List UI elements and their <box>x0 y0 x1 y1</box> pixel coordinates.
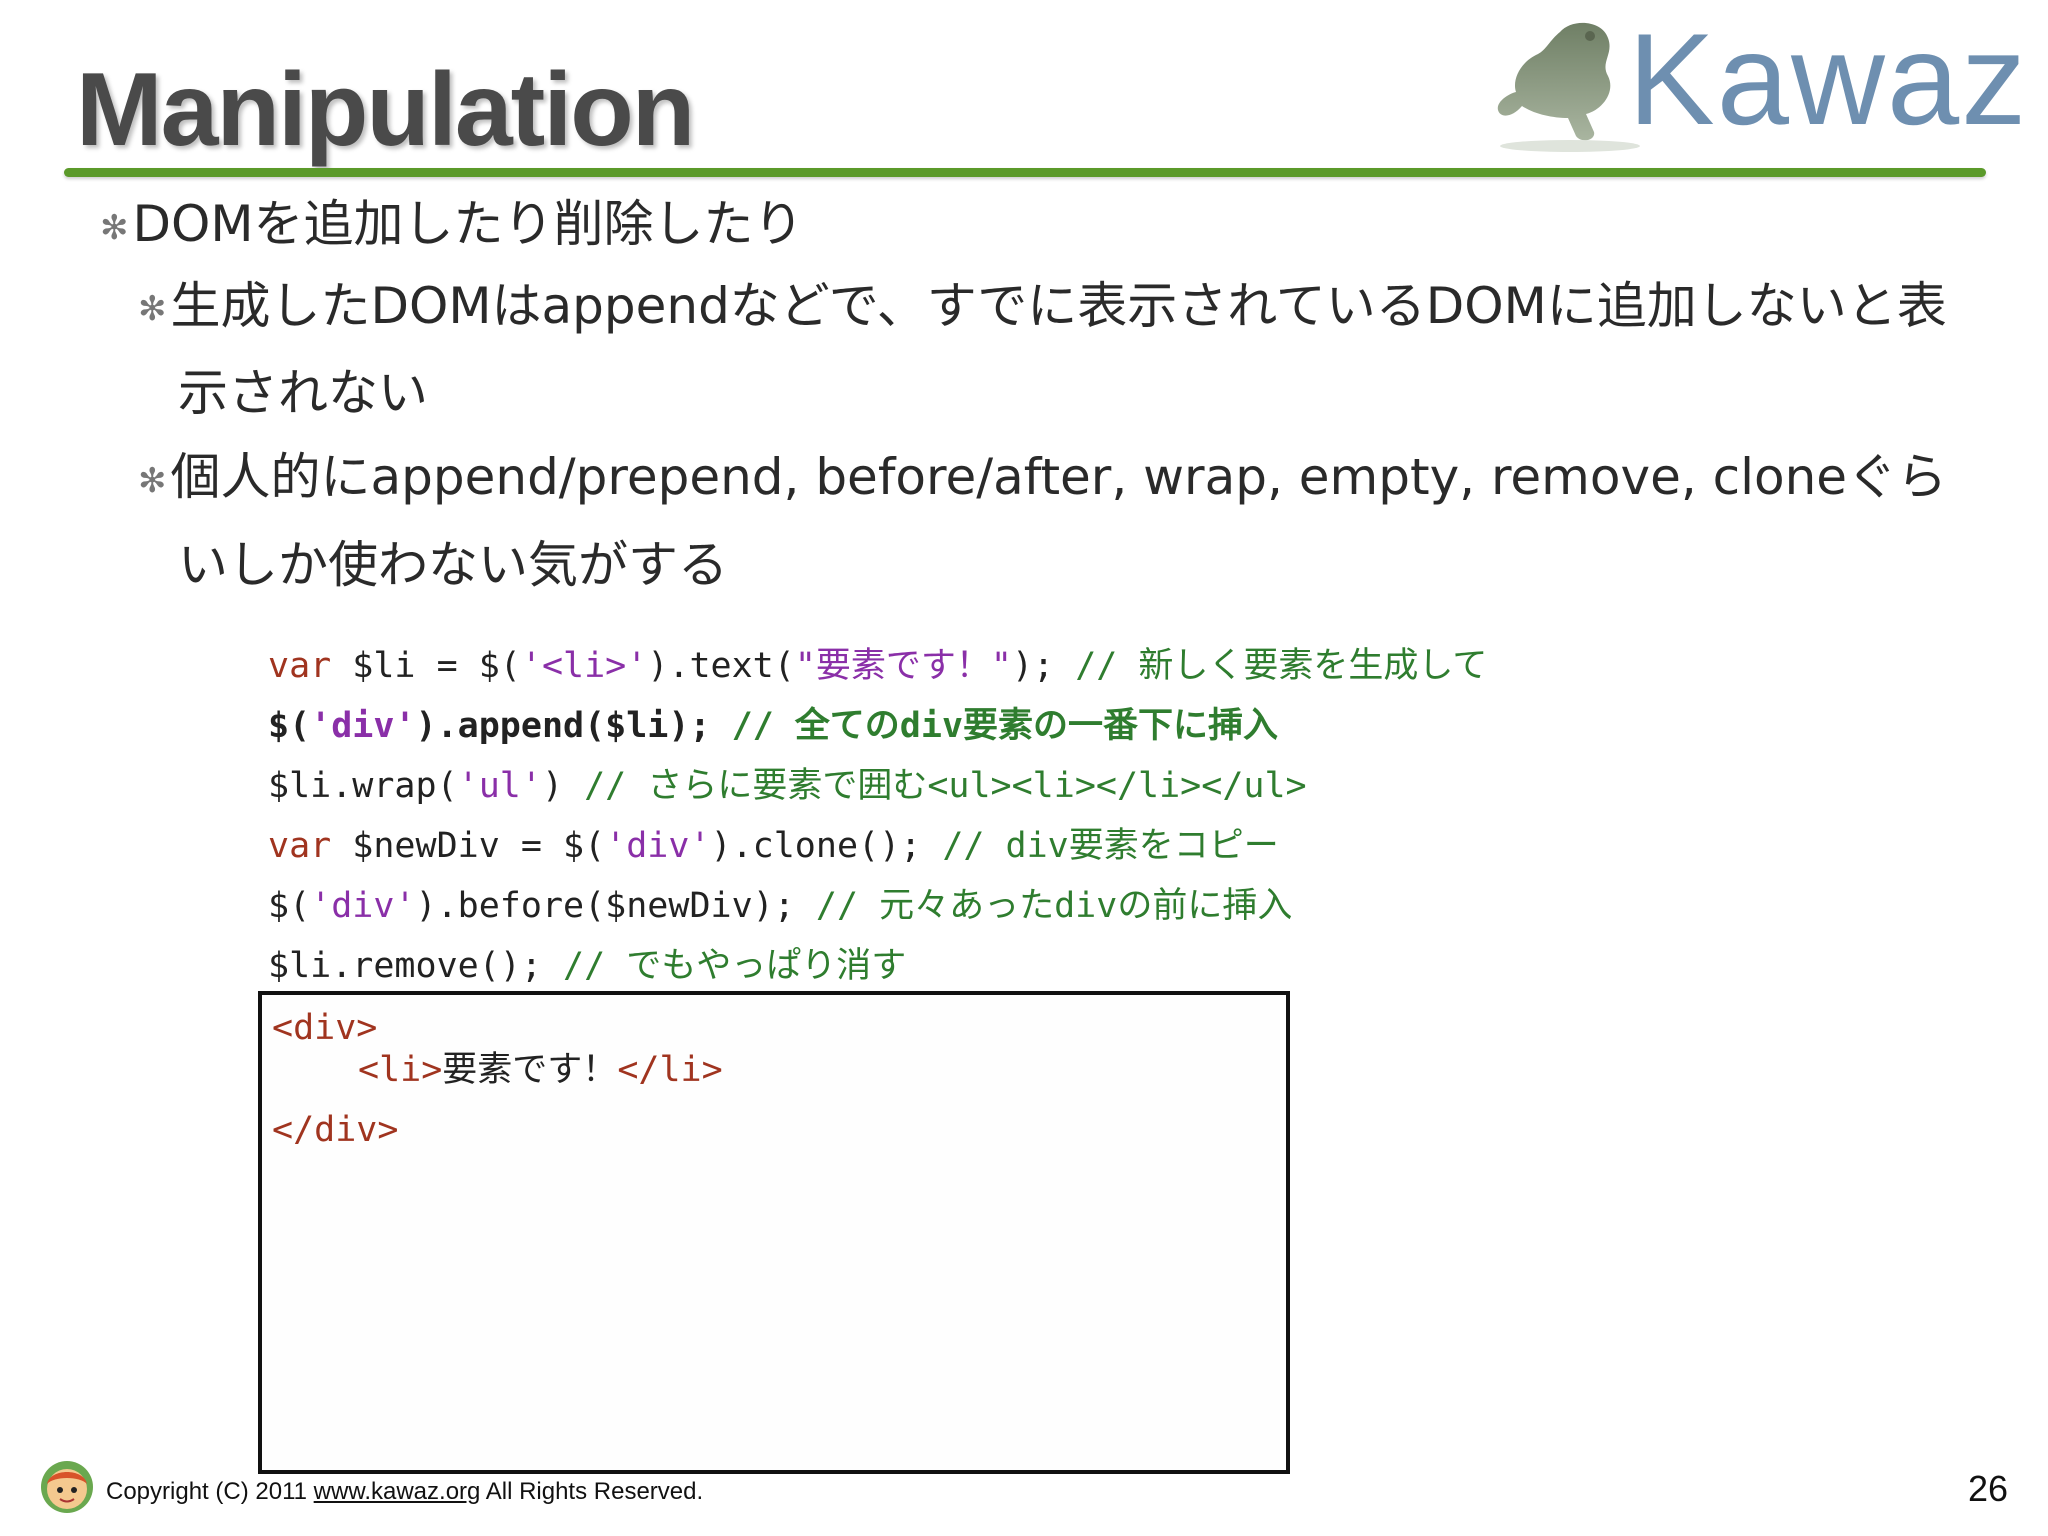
code-string: "要素です！" <box>794 646 1012 686</box>
html-tag: <div> <box>272 1008 378 1048</box>
code-text: ).before($newDiv); <box>415 886 816 926</box>
html-output-box: <div> <li>要素です！</li> </div> <box>258 991 1290 1474</box>
code-string: 'div' <box>310 886 416 926</box>
code-line: var $newDiv = $('div').clone(); // div要素… <box>268 816 1487 876</box>
mascot-avatar-icon <box>41 1461 93 1513</box>
bullet-item-1: ✻DOMを追加したり削除したり <box>100 188 1980 264</box>
code-comment: // div要素をコピー <box>942 826 1279 866</box>
title-underline <box>64 168 1986 177</box>
output-line: <div> <box>272 1007 377 1049</box>
code-comment: // 元々あったdivの前に挿入 <box>815 886 1293 926</box>
html-tag: </div> <box>272 1110 399 1150</box>
code-string: 'div' <box>605 826 711 866</box>
code-string: 'div' <box>310 706 416 746</box>
code-text: ).clone(); <box>710 826 943 866</box>
code-line: $li.wrap('ul') // さらに要素で囲む<ul><li></li><… <box>268 756 1487 816</box>
logo-wordmark: Kawaz <box>1628 6 2029 152</box>
code-string: 'ul' <box>457 766 542 806</box>
code-text: ) <box>541 766 585 806</box>
page-number: 26 <box>1967 1468 2008 1509</box>
code-comment: // 全てのdiv要素の一番下に挿入 <box>731 706 1279 746</box>
bullet-item-3: ✻個人的にappend/prepend, before/after, wrap,… <box>138 435 1980 607</box>
code-keyword: var <box>268 826 332 866</box>
code-text: $li = $( <box>331 646 521 686</box>
kawaz-logo: Kawaz <box>1490 14 2026 164</box>
html-tag: <li> <box>358 1050 443 1090</box>
code-line: $li.remove(); // でもやっぱり消す <box>268 936 1487 996</box>
output-text: 要素です！ <box>442 1050 618 1090</box>
copyright-prefix: Copyright (C) 2011 <box>106 1478 314 1505</box>
code-text: $li.remove(); <box>268 946 564 986</box>
bullet-text: 生成したDOMはappendなどで、すでに表示されているDOMに追加しないと表示… <box>170 276 1947 423</box>
code-text: $( <box>268 706 311 746</box>
code-line: $('div').before($newDiv); // 元々あったdivの前に… <box>268 876 1487 936</box>
code-text: ).text( <box>647 646 795 686</box>
code-line: $('div').append($li); // 全てのdiv要素の一番下に挿入 <box>268 696 1487 756</box>
code-comment: // 新しく要素を生成して <box>1075 646 1488 686</box>
output-line: </div> <box>272 1109 398 1151</box>
output-line: <li>要素です！</li> <box>358 1049 723 1091</box>
code-comment: // でもやっぱり消す <box>563 946 907 986</box>
code-text: ); <box>1011 646 1076 686</box>
frog-logo-icon <box>1497 22 1640 152</box>
code-line: var $li = $('<li>').text("要素です！"); // 新し… <box>268 636 1487 696</box>
code-block: var $li = $('<li>').text("要素です！"); // 新し… <box>268 636 1487 996</box>
asterisk-bullet-icon: ✻ <box>138 289 167 329</box>
copyright-suffix: All Rights Reserved. <box>480 1478 704 1505</box>
code-text: ).append($li); <box>415 706 732 746</box>
slide-title: Manipulation <box>76 52 695 168</box>
asterisk-bullet-icon: ✻ <box>138 460 167 501</box>
code-text: $( <box>268 886 311 926</box>
bullet-text: 個人的にappend/prepend, before/after, wrap, … <box>170 448 1948 594</box>
copyright-text: Copyright (C) 2011 www.kawaz.org All Rig… <box>106 1478 703 1506</box>
code-keyword: var <box>268 646 332 686</box>
code-string: '<li>' <box>520 646 648 686</box>
kawaz-link[interactable]: www.kawaz.org <box>314 1478 481 1505</box>
code-comment: // さらに要素で囲む<ul><li></li></ul> <box>584 766 1307 806</box>
bullet-item-2: ✻生成したDOMはappendなどで、すでに表示されているDOMに追加しないと表… <box>138 264 1980 436</box>
asterisk-bullet-icon: ✻ <box>100 207 129 248</box>
code-text: $li.wrap( <box>268 766 458 806</box>
html-tag: </li> <box>617 1050 723 1090</box>
bullet-text: DOMを追加したり削除したり <box>132 195 804 253</box>
code-text: $newDiv = $( <box>331 826 606 866</box>
bullet-list: ✻DOMを追加したり削除したり ✻生成したDOMはappendなどで、すでに表示… <box>100 188 1980 607</box>
